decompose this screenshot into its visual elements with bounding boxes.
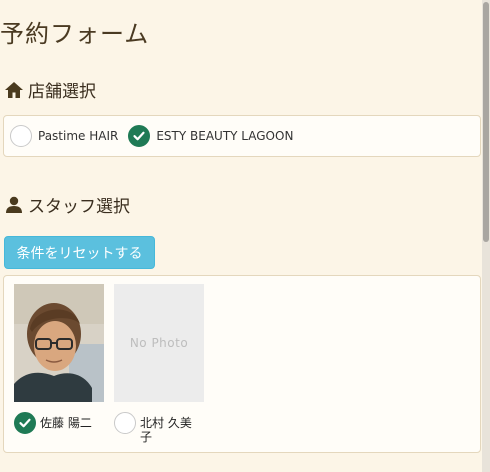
staff-options-panel: 佐藤 陽二 No Photo 北村 久美子 <box>3 275 481 453</box>
page-scrollbar[interactable] <box>482 0 490 472</box>
home-icon <box>4 80 24 100</box>
check-icon <box>128 125 151 147</box>
scrollbar-thumb[interactable] <box>483 2 489 242</box>
staff-card[interactable]: 佐藤 陽二 <box>14 284 106 434</box>
staff-select[interactable]: 佐藤 陽二 <box>14 412 106 434</box>
store-option-pastime-hair[interactable]: Pastime HAIR <box>10 125 118 147</box>
user-icon <box>4 195 24 215</box>
page-title: 予約フォーム <box>0 20 150 48</box>
reset-conditions-button[interactable]: 条件をリセットする <box>4 236 155 269</box>
staff-section-title: スタッフ選択 <box>28 197 130 217</box>
store-option-label: Pastime HAIR <box>38 129 119 143</box>
staff-photo <box>14 284 104 402</box>
staff-card[interactable]: No Photo 北村 久美子 <box>114 284 206 444</box>
staff-name: 佐藤 陽二 <box>40 416 92 430</box>
store-section-title: 店舗選択 <box>28 82 96 102</box>
store-section-heading: 店舗選択 <box>4 77 96 102</box>
staff-section-heading: スタッフ選択 <box>4 192 130 217</box>
no-photo-placeholder: No Photo <box>114 284 204 402</box>
store-option-esty-beauty-lagoon[interactable]: ESTY BEAUTY LAGOON <box>128 125 293 147</box>
staff-name: 北村 久美子 <box>140 416 192 444</box>
store-option-label: ESTY BEAUTY LAGOON <box>156 129 294 143</box>
check-icon <box>14 412 36 434</box>
radio-unchecked-icon <box>114 412 136 434</box>
staff-select[interactable]: 北村 久美子 <box>114 412 206 444</box>
radio-unchecked-icon <box>10 125 32 147</box>
store-options-panel: Pastime HAIR ESTY BEAUTY LAGOON <box>3 115 481 157</box>
